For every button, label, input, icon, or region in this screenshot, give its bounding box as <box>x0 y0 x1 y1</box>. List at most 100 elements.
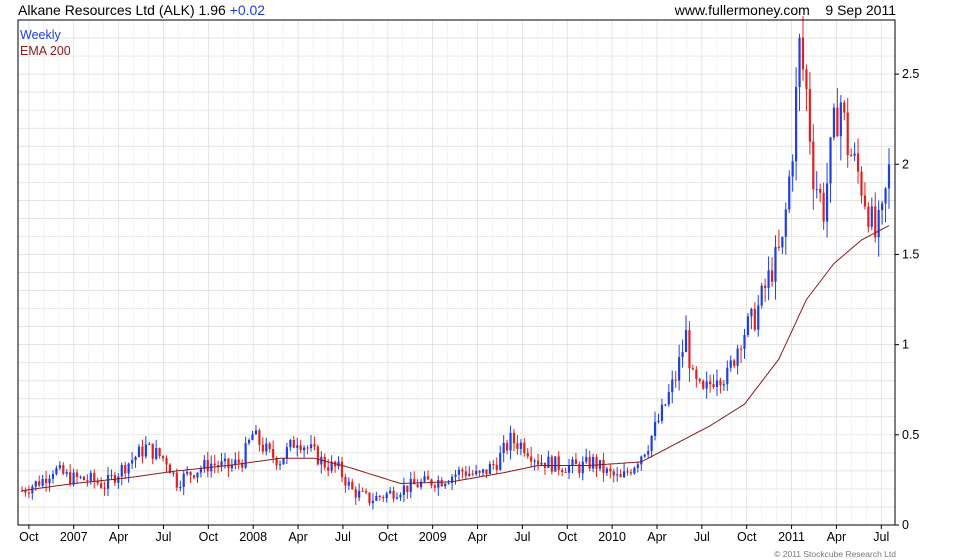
candle-down <box>382 497 385 499</box>
candle-up <box>130 460 134 464</box>
candle-up <box>89 473 92 481</box>
candle-up <box>736 348 739 366</box>
candle-down <box>733 360 736 366</box>
candle-down <box>27 492 30 494</box>
candle-down <box>261 444 264 452</box>
candle-down <box>416 484 419 488</box>
x-tick-label: Apr <box>647 530 666 544</box>
candle-down <box>595 456 598 469</box>
candle-up <box>750 308 753 317</box>
candle-up <box>581 461 584 474</box>
candle-down <box>688 330 691 369</box>
candle-down <box>712 384 715 388</box>
candle-down <box>433 485 436 488</box>
candle-up <box>636 464 639 468</box>
candle-down <box>695 369 698 380</box>
candle-down <box>344 477 347 486</box>
candle-up <box>285 447 289 459</box>
x-tick-label: Oct <box>737 530 757 544</box>
candle-up <box>832 107 836 138</box>
candle-up <box>605 468 608 473</box>
candle-down <box>753 308 756 330</box>
x-tick-label: Oct <box>558 530 578 544</box>
candle-down <box>619 474 622 478</box>
candle-down <box>272 448 275 458</box>
candle-down <box>192 475 196 478</box>
chart-grid <box>18 19 895 526</box>
candle-down <box>364 491 368 493</box>
candle-down <box>461 469 464 472</box>
candle-up <box>389 490 392 494</box>
candle-up <box>877 210 880 238</box>
legend-weekly: Weekly <box>20 28 61 42</box>
candle-up <box>622 471 626 478</box>
candle-up <box>371 500 375 504</box>
candle-down <box>506 442 509 451</box>
candle-up <box>653 421 657 436</box>
candle-up <box>444 483 447 487</box>
candle-up <box>51 474 55 479</box>
candle-up <box>815 189 818 191</box>
candle-down <box>75 472 79 478</box>
candle-down <box>822 192 825 222</box>
candle-up <box>296 445 299 448</box>
x-tick-label: Apr <box>827 530 846 544</box>
candle-down <box>175 472 178 488</box>
candle-down <box>856 153 860 172</box>
candle-down <box>206 459 209 472</box>
candle-down <box>316 446 319 465</box>
candle-up <box>120 464 123 477</box>
candle-down <box>863 195 867 207</box>
candle-up <box>647 451 650 455</box>
candle-down <box>100 483 103 488</box>
candle-up <box>186 471 189 474</box>
candle-down <box>478 470 481 473</box>
candle-down <box>440 480 443 487</box>
candle-down <box>161 455 165 459</box>
candle-up <box>251 434 254 441</box>
candle-down <box>492 464 495 466</box>
candle-up <box>475 470 478 475</box>
candle-up <box>65 472 68 474</box>
candle-up <box>134 456 137 461</box>
candle-up <box>447 482 450 484</box>
candle-up <box>423 476 426 482</box>
candle-down <box>93 473 96 482</box>
candle-down <box>292 439 295 448</box>
candle-up <box>791 161 794 177</box>
candle-down <box>485 469 488 474</box>
legend-ema-200: EMA 200 <box>20 44 71 58</box>
candle-up <box>781 236 784 248</box>
candle-down <box>674 379 677 381</box>
candle-down <box>805 69 808 90</box>
candle-up <box>172 472 175 474</box>
candle-up <box>278 464 282 466</box>
candle-down <box>819 189 822 193</box>
candle-up <box>148 443 151 445</box>
candle-up <box>137 446 141 457</box>
candle-up <box>244 443 247 468</box>
x-tick-label: Jul <box>335 530 351 544</box>
copyright-notice: © 2011 Stockcube Research Ltd <box>774 549 896 559</box>
candle-up <box>853 153 856 156</box>
candle-down <box>846 112 849 156</box>
candle-up <box>870 206 873 227</box>
y-tick-label: 1.5 <box>902 247 919 261</box>
candle-down <box>103 487 106 489</box>
candle-up <box>705 381 708 389</box>
x-tick-label: Jul <box>873 530 889 544</box>
candle-down <box>354 489 357 498</box>
candle-up <box>554 456 557 472</box>
y-tick-label: 2 <box>902 157 909 171</box>
candle-up <box>509 432 512 451</box>
x-tick-label: Apr <box>288 530 307 544</box>
candle-up <box>533 460 536 462</box>
candle-up <box>881 203 884 211</box>
candle-up <box>499 453 502 470</box>
candle-up <box>784 209 787 237</box>
candle-down <box>523 442 526 453</box>
candle-down <box>719 380 722 386</box>
x-tick-label: 2010 <box>598 530 626 544</box>
candle-down <box>151 443 154 459</box>
price-chart: 0 0.5 1 1.5 2 2.5 Oct 2007 Apr Jul Oct 2008 Apr Jul Oc… <box>17 15 919 544</box>
